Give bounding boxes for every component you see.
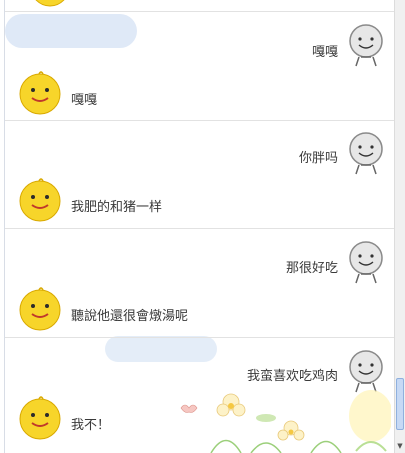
message-row: 你胖吗 我肥的和猪一样	[5, 120, 396, 229]
yellow-chick-icon	[19, 287, 61, 331]
scroll-down-arrow-icon[interactable]: ▼	[396, 441, 404, 451]
gray-face-icon	[349, 132, 383, 175]
flower-decoration	[180, 390, 391, 453]
chick-avatar-icon	[35, 0, 65, 7]
vertical-scrollbar[interactable]: ▼	[394, 0, 405, 453]
gray-face-icon	[349, 24, 383, 67]
yellow-chick-icon	[19, 71, 61, 115]
message-text: 我不！	[71, 418, 111, 433]
message-text: 你胖吗	[298, 151, 338, 166]
scrollbar-thumb[interactable]	[396, 378, 404, 430]
message-text: 那很好吃	[285, 261, 338, 276]
message-text: 嘎嘎	[71, 93, 98, 108]
gray-face-icon	[349, 241, 383, 284]
message-text: 我蛮喜欢吃鸡肉	[246, 369, 338, 384]
message-row: 那很好吃 聽說他還很會燉湯呢	[5, 229, 396, 338]
yellow-chick-icon	[19, 178, 61, 222]
message-row: 我蛮喜欢吃鸡肉 我不！	[5, 338, 396, 453]
yellow-chick-icon	[19, 396, 61, 440]
message-row: 嘎嘎 嘎嘎	[5, 11, 396, 121]
message-text: 嘎嘎	[311, 45, 338, 60]
message-text: 聽說他還很會燉湯呢	[71, 309, 189, 324]
message-text: 我肥的和猪一样	[71, 200, 163, 215]
chat-history-panel[interactable]: 嘎嘎 嘎嘎 你胖吗 我肥的和猪一样 那很好吃 聽說他還很會燉湯呢 我蛮喜欢吃鸡肉…	[4, 0, 396, 453]
